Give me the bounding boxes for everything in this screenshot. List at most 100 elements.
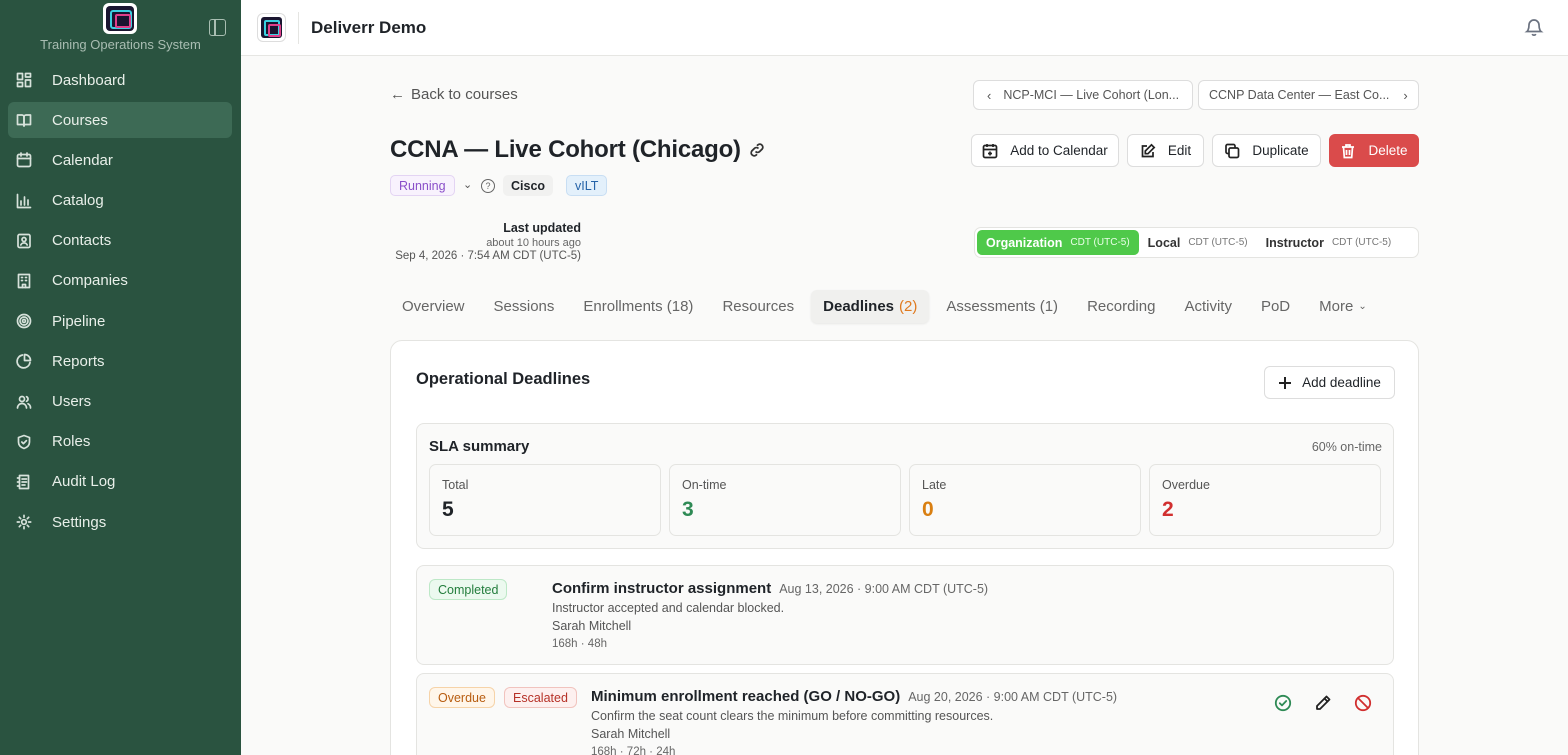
tab-assessments[interactable]: Assessments (1)	[934, 290, 1070, 323]
last-updated: Last updated about 10 hours ago Sep 4, 2…	[390, 221, 581, 262]
tab-more[interactable]: More ⌄	[1307, 290, 1379, 323]
workspace-logo[interactable]	[257, 13, 286, 42]
tab-label: Deadlines	[823, 298, 895, 315]
sidebar-item-label: Contacts	[52, 232, 112, 250]
stat-total: Total 5	[429, 464, 661, 536]
add-to-calendar-button[interactable]: Add to Calendar	[971, 134, 1119, 167]
sidebar-collapse-icon[interactable]	[209, 19, 226, 36]
duplicate-label: Duplicate	[1252, 143, 1309, 158]
page-title: CCNA — Live Cohort (Chicago)	[390, 136, 741, 163]
tab-overview[interactable]: Overview	[390, 290, 477, 323]
previous-course-button[interactable]: ‹ NCP-MCI — Live Cohort (Lon...	[973, 80, 1193, 110]
next-course-button[interactable]: CCNP Data Center — East Co... ›	[1198, 80, 1419, 110]
sidebar-item-calendar[interactable]: Calendar	[8, 142, 232, 178]
tab-pod[interactable]: PoD	[1249, 290, 1302, 323]
stat-label: Late	[922, 478, 947, 492]
stat-value: 2	[1162, 498, 1174, 521]
sidebar-item-label: Reports	[52, 352, 105, 370]
building-icon	[16, 273, 32, 289]
stat-label: On-time	[682, 478, 727, 492]
back-to-courses-link[interactable]: ← Back to courses	[390, 86, 518, 103]
sidebar-item-contacts[interactable]: Contacts	[8, 223, 232, 259]
tab-recording[interactable]: Recording	[1075, 290, 1167, 323]
sidebar-item-pipeline[interactable]: Pipeline	[8, 303, 232, 339]
users-icon	[16, 394, 32, 410]
stat-value: 0	[922, 498, 934, 521]
link-icon[interactable]	[748, 141, 766, 159]
pencil-icon[interactable]	[1314, 694, 1332, 712]
status-badge[interactable]: Running	[390, 175, 455, 196]
add-deadline-button[interactable]: Add deadline	[1264, 366, 1395, 399]
sidebar-item-courses[interactable]: Courses	[8, 102, 232, 139]
timezone-value: CDT (UTC-5)	[1331, 237, 1392, 248]
pie-chart-icon	[16, 353, 32, 369]
deadline-owner: Sarah Mitchell	[591, 727, 671, 741]
deadline-date: Aug 20, 2026 · 9:00 AM CDT (UTC-5)	[908, 690, 1118, 704]
sidebar: Training Operations System Dashboard Cou…	[0, 0, 241, 755]
timezone-label: Local	[1147, 235, 1181, 250]
deadline-owner: Sarah Mitchell	[552, 619, 632, 633]
tab-sessions[interactable]: Sessions	[482, 290, 567, 323]
sidebar-item-label: Companies	[52, 272, 128, 290]
deadline-title: Minimum enrollment reached (GO / NO-GO) A…	[591, 688, 1117, 705]
app-logo[interactable]	[103, 3, 137, 34]
timezone-instructor[interactable]: Instructor CDT (UTC-5)	[1257, 230, 1401, 255]
overdue-badge: Overdue	[429, 687, 495, 708]
sidebar-item-users[interactable]: Users	[8, 384, 232, 420]
course-tabs: Overview Sessions Enrollments (18) Resou…	[390, 290, 1384, 323]
sidebar-item-label: Roles	[52, 433, 91, 451]
calendar-plus-icon	[982, 143, 998, 158]
deadline-row[interactable]: Completed Confirm instructor assignment A…	[416, 565, 1394, 665]
deadline-row[interactable]: Overdue Escalated Minimum enrollment rea…	[416, 673, 1394, 755]
chevron-right-icon: ›	[1403, 87, 1408, 103]
shield-icon	[16, 434, 32, 450]
duplicate-button[interactable]: Duplicate	[1212, 134, 1321, 167]
tab-enrollments[interactable]: Enrollments (18)	[571, 290, 705, 323]
sidebar-item-label: Dashboard	[52, 71, 126, 89]
completed-badge: Completed	[429, 579, 508, 600]
check-circle-icon[interactable]	[1274, 694, 1292, 712]
sidebar-item-companies[interactable]: Companies	[8, 263, 232, 299]
stat-value: 5	[442, 498, 454, 521]
sidebar-nav: Dashboard Courses Calendar Catalog Conta…	[8, 62, 232, 544]
deadline-description: Instructor accepted and calendar blocked…	[552, 601, 785, 615]
edit-button[interactable]: Edit	[1127, 134, 1204, 167]
delete-label: Delete	[1368, 143, 1408, 158]
contact-icon	[16, 233, 32, 249]
sidebar-item-label: Pipeline	[52, 312, 106, 330]
help-icon[interactable]: ?	[481, 179, 495, 193]
previous-course-label: NCP-MCI — Live Cohort (Lon...	[1003, 88, 1180, 102]
timezone-local[interactable]: Local CDT (UTC-5)	[1139, 230, 1257, 255]
tab-deadlines[interactable]: Deadlines (2)	[811, 290, 930, 323]
sidebar-item-label: Courses	[52, 111, 108, 129]
sidebar-item-settings[interactable]: Settings	[8, 504, 232, 540]
app-root: Training Operations System Dashboard Cou…	[0, 0, 1568, 755]
tab-resources[interactable]: Resources	[710, 290, 806, 323]
sidebar-item-audit-log[interactable]: Audit Log	[8, 464, 232, 500]
sidebar-item-reports[interactable]: Reports	[8, 343, 232, 379]
timezone-label: Organization	[986, 235, 1063, 250]
sidebar-item-dashboard[interactable]: Dashboard	[8, 62, 232, 98]
divider	[298, 12, 299, 44]
arrow-left-icon: ←	[390, 86, 405, 103]
vendor-tag: Cisco	[503, 175, 554, 196]
last-updated-label: Last updated	[503, 221, 581, 235]
plus-icon	[1279, 376, 1292, 389]
delete-button[interactable]: Delete	[1329, 134, 1419, 167]
timezone-value: CDT (UTC-5)	[1188, 237, 1248, 248]
tab-activity[interactable]: Activity	[1172, 290, 1244, 323]
deadline-date: Aug 13, 2026 · 9:00 AM CDT (UTC-5)	[779, 582, 989, 596]
ban-icon[interactable]	[1354, 694, 1372, 712]
log-icon	[16, 474, 32, 490]
edit-label: Edit	[1167, 143, 1192, 158]
chevron-down-icon[interactable]: ⌄	[463, 178, 472, 191]
sidebar-item-catalog[interactable]: Catalog	[8, 183, 232, 219]
timezone-value: CDT (UTC-5)	[1070, 237, 1130, 248]
last-updated-absolute: Sep 4, 2026 · 7:54 AM CDT (UTC-5)	[395, 250, 581, 262]
timezone-organization[interactable]: Organization CDT (UTC-5)	[977, 230, 1139, 255]
bar-chart-icon	[16, 193, 32, 209]
bell-icon[interactable]	[1524, 17, 1544, 37]
target-icon	[16, 313, 32, 329]
sidebar-item-roles[interactable]: Roles	[8, 424, 232, 460]
chevron-down-icon: ⌄	[1358, 301, 1367, 312]
